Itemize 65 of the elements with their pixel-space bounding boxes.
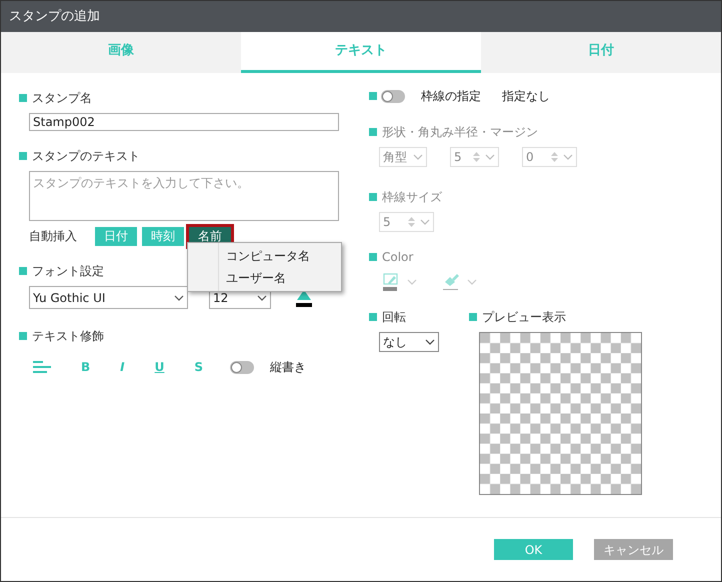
format-button[interactable]: S	[194, 358, 204, 376]
caret-icon	[425, 339, 435, 345]
section-heading: スタンプ名	[32, 90, 92, 107]
ok-button[interactable]: OK	[494, 539, 573, 560]
section-marker-icon	[19, 332, 27, 340]
section-heading: Color	[382, 249, 414, 266]
caret-icon	[413, 154, 423, 160]
brush-icon[interactable]	[443, 273, 459, 291]
caret-icon	[257, 294, 267, 300]
section-marker-icon	[469, 313, 477, 321]
select-value: 12	[213, 290, 228, 306]
text-area[interactable]: スタンプのテキストを入力して下さい。	[29, 171, 339, 221]
section-marker-icon	[19, 152, 27, 160]
select-value: 5	[454, 149, 463, 166]
section-heading: フォント設定	[32, 263, 104, 280]
rotation-select[interactable]: なし	[379, 332, 439, 352]
section-heading: 枠線サイズ	[382, 189, 442, 206]
caret-icon	[174, 294, 184, 300]
format-button[interactable]: U	[154, 358, 164, 376]
caret-icon	[563, 154, 573, 160]
tab[interactable]: 日付	[481, 32, 721, 73]
section-marker-icon	[369, 313, 377, 321]
toggle-switch[interactable]	[381, 90, 405, 102]
window-title: スタンプの追加	[9, 8, 100, 26]
section-heading: 形状・角丸み半径・マージン	[382, 124, 538, 141]
align-icon[interactable]	[33, 360, 51, 374]
font-select[interactable]: Yu Gothic UI	[29, 286, 188, 309]
section-marker-icon	[19, 94, 27, 102]
select-value: 5	[383, 214, 392, 231]
toggle-label: 縦書き	[270, 359, 306, 376]
format-button[interactable]: B	[81, 358, 90, 376]
tab[interactable]: テキスト	[241, 32, 481, 73]
section-heading: テキスト修飾	[32, 328, 104, 345]
caret-icon	[467, 279, 477, 285]
select-value: 角型	[383, 149, 408, 166]
section-marker-icon	[369, 92, 377, 100]
section-heading: 回転	[382, 309, 406, 326]
section-marker-icon	[19, 267, 27, 275]
toggle-label: 枠線の指定	[421, 88, 481, 105]
section-marker-icon	[369, 128, 377, 136]
insert-button[interactable]: 時刻	[142, 226, 184, 246]
section-heading: プレビュー表示	[482, 309, 566, 326]
section-heading: スタンプのテキスト	[32, 148, 140, 165]
caret-icon	[420, 219, 430, 225]
tab[interactable]: 画像	[1, 32, 241, 73]
menu-item[interactable]: ユーザー名	[188, 267, 341, 289]
border-value: 指定なし	[502, 88, 550, 105]
format-button[interactable]: I	[120, 358, 125, 376]
name-field[interactable]: Stamp002	[29, 113, 339, 131]
spinner-icon[interactable]	[472, 151, 481, 163]
section-marker-icon	[369, 253, 377, 261]
select-value: Yu Gothic UI	[33, 290, 106, 306]
auto-insert-label: 自動挿入	[29, 228, 78, 245]
pen-color-icon[interactable]	[383, 273, 399, 291]
toggle-switch[interactable]	[230, 360, 254, 374]
insert-button[interactable]: 日付	[95, 226, 137, 246]
select-value: 0	[526, 149, 535, 166]
caret-icon	[407, 279, 417, 285]
spinner-icon[interactable]	[550, 151, 559, 163]
caret-icon	[485, 154, 495, 160]
select-value: なし	[383, 334, 408, 351]
cancel-button[interactable]: キャンセル	[594, 539, 673, 560]
menu-item[interactable]: コンピュータ名	[188, 245, 341, 267]
section-marker-icon	[369, 193, 377, 201]
spinner-icon[interactable]	[407, 216, 416, 228]
